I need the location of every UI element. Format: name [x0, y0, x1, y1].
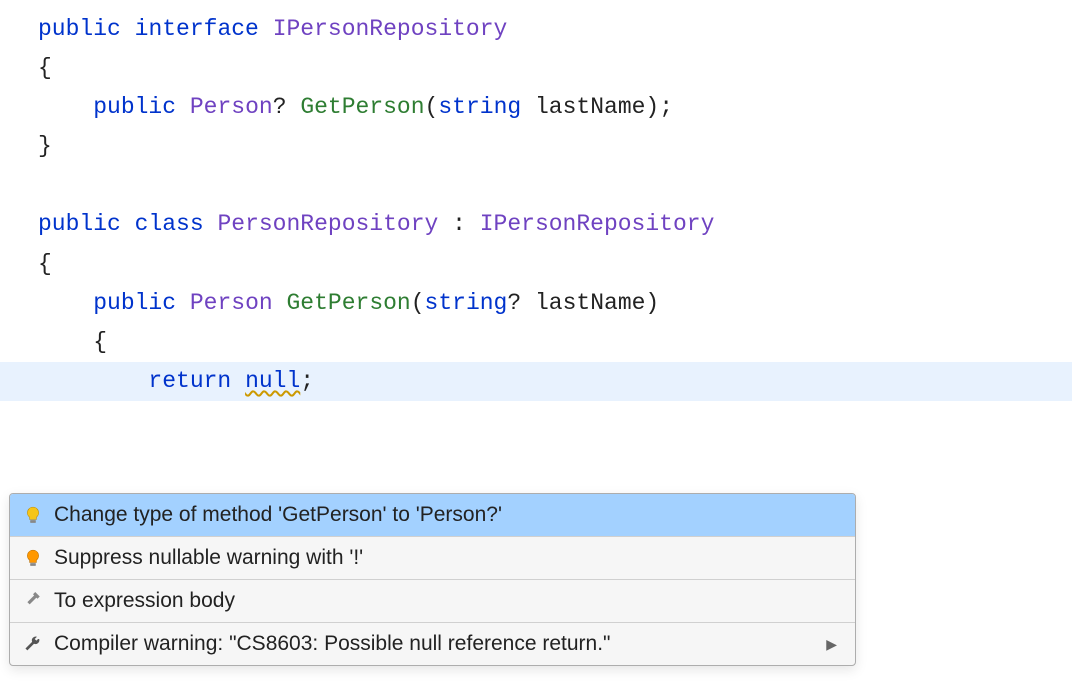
type-name: IPersonRepository [480, 211, 715, 237]
type-name: PersonRepository [217, 211, 438, 237]
hammer-icon [22, 590, 44, 612]
keyword: public [38, 16, 121, 42]
quick-fix-item-suppress[interactable]: Suppress nullable warning with '!' [10, 537, 855, 580]
code-line [38, 166, 1072, 205]
quick-fix-item-expression-body[interactable]: To expression body [10, 580, 855, 623]
chevron-right-icon: ▶ [826, 636, 837, 653]
keyword: public [38, 211, 121, 237]
keyword: class [135, 211, 204, 237]
quick-fix-label: Change type of method 'GetPerson' to 'Pe… [54, 503, 843, 527]
quick-fix-label: Compiler warning: "CS8603: Possible null… [54, 632, 816, 656]
quick-fix-label: Suppress nullable warning with '!' [54, 546, 843, 570]
code-line-highlighted: return null; [0, 362, 1072, 401]
code-line: { [38, 245, 1072, 284]
keyword: public [93, 94, 176, 120]
method-name: GetPerson [287, 290, 411, 316]
method-name: GetPerson [300, 94, 424, 120]
warning-underline[interactable]: null [245, 368, 300, 394]
keyword: public [93, 290, 176, 316]
quick-fix-item-compiler-warning[interactable]: Compiler warning: "CS8603: Possible null… [10, 623, 855, 665]
keyword: interface [135, 16, 259, 42]
bulb-icon [22, 547, 44, 569]
param-type: string [425, 290, 508, 316]
code-editor[interactable]: public interface IPersonRepository { pub… [0, 0, 1072, 401]
bulb-icon [22, 504, 44, 526]
code-line: public Person? GetPerson(string lastName… [38, 88, 1072, 127]
param-name: lastName [535, 290, 645, 316]
code-line: { [38, 323, 1072, 362]
quick-fix-popup: Change type of method 'GetPerson' to 'Pe… [9, 493, 856, 666]
wrench-icon [22, 633, 44, 655]
code-line: public Person GetPerson(string? lastName… [38, 284, 1072, 323]
brace: { [38, 251, 52, 277]
param-type: string [438, 94, 521, 120]
type-name: IPersonRepository [273, 16, 508, 42]
brace: { [93, 329, 107, 355]
code-line: public class PersonRepository : IPersonR… [38, 205, 1072, 244]
code-line: public interface IPersonRepository [38, 10, 1072, 49]
quick-fix-label: To expression body [54, 589, 843, 613]
code-line: } [38, 127, 1072, 166]
quick-fix-item-change-type[interactable]: Change type of method 'GetPerson' to 'Pe… [10, 494, 855, 537]
brace: } [38, 133, 52, 159]
param-name: lastName [535, 94, 645, 120]
type-name: Person [190, 94, 273, 120]
brace: { [38, 55, 52, 81]
code-line: { [38, 49, 1072, 88]
keyword: return [148, 368, 231, 394]
type-name: Person [190, 290, 273, 316]
